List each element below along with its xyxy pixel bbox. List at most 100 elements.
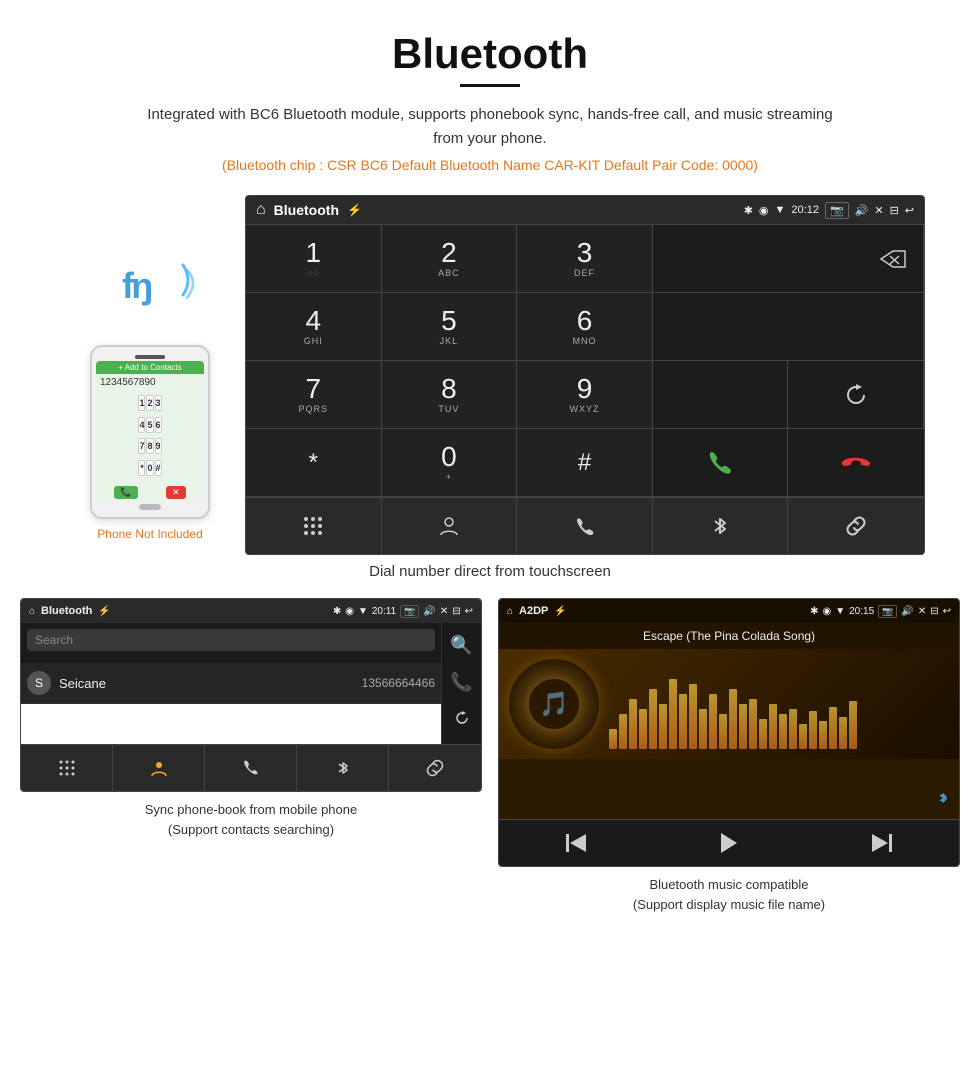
music-win-icon[interactable]: ⊟ xyxy=(930,606,938,617)
pb-vol-icon[interactable]: 🔊 xyxy=(423,606,435,617)
song-title: Escape (The Pina Colada Song) xyxy=(643,629,815,643)
key-7[interactable]: 7 xyxy=(138,438,145,454)
music-screen: ⌂ A2DP ⚡ ✱ ◉ ▼ 20:15 📷 🔊 ✕ ⊟ ↩ xyxy=(499,599,959,819)
eq-bar xyxy=(759,719,767,749)
key-2[interactable]: 2 xyxy=(146,395,153,411)
pb-search-input[interactable]: Search xyxy=(27,629,435,651)
key-5[interactable]: 5 xyxy=(146,417,153,433)
phone-mockup: + Add to Contacts 1234567890 1 2 3 4 5 6… xyxy=(90,345,210,519)
toolbar-bluetooth-btn[interactable] xyxy=(653,498,789,554)
main-section: ʩ + Add to Contacts 1234567890 1 2 3 4 5 xyxy=(0,195,980,555)
pb-close-icon[interactable]: ✕ xyxy=(440,606,448,617)
pb-win-icon[interactable]: ⊟ xyxy=(452,606,460,617)
bluetooth-icon-wrap: ʩ xyxy=(110,255,190,335)
main-caption: Dial number direct from touchscreen xyxy=(0,563,980,580)
key-2[interactable]: 2ABC xyxy=(382,225,518,293)
pb-tb-contacts[interactable] xyxy=(113,745,205,791)
music-caption: Bluetooth music compatible (Support disp… xyxy=(633,875,825,914)
key-0[interactable]: 0 xyxy=(146,460,153,476)
pb-loc-icon: ◉ xyxy=(345,606,354,617)
key-call-green[interactable] xyxy=(653,429,789,497)
pb-tb-link[interactable] xyxy=(389,745,481,791)
toolbar-link-btn[interactable] xyxy=(788,498,924,554)
phone-screen: + Add to Contacts 1234567890 1 2 3 4 5 6… xyxy=(96,361,204,501)
key-9[interactable]: 9 xyxy=(155,438,162,454)
volume-icon[interactable]: 🔊 xyxy=(855,204,869,217)
pb-search-placeholder: Search xyxy=(35,633,73,647)
key-call-red[interactable] xyxy=(788,429,924,497)
phone-call-button[interactable]: 📞 xyxy=(114,486,137,499)
phonebook-caption2: (Support contacts searching) xyxy=(168,822,334,837)
key-star[interactable]: * xyxy=(246,429,382,497)
pb-home-icon[interactable]: ⌂ xyxy=(29,606,35,617)
music-playpause-btn[interactable] xyxy=(652,820,805,866)
music-close-icon[interactable]: ✕ xyxy=(918,606,926,617)
home-icon[interactable]: ⌂ xyxy=(256,201,266,219)
toolbar-contacts-btn[interactable] xyxy=(382,498,518,554)
key-empty-2 xyxy=(653,293,924,361)
music-home-icon[interactable]: ⌂ xyxy=(507,606,513,617)
window-icon[interactable]: ⊟ xyxy=(890,204,899,217)
pb-bt-icon: ✱ xyxy=(333,606,341,617)
pb-refresh-icon[interactable] xyxy=(449,705,475,736)
pb-contact-letter: S xyxy=(27,671,51,695)
backspace-icon[interactable] xyxy=(653,247,923,271)
pb-right-sidebar: 🔍 📞 xyxy=(441,623,481,744)
music-prev-btn[interactable] xyxy=(499,820,652,866)
phone-home-button[interactable] xyxy=(139,504,161,510)
pb-status-bar: ⌂ Bluetooth ⚡ ✱ ◉ ▼ 20:11 📷 🔊 ✕ ⊟ ↩ xyxy=(21,599,481,623)
key-star[interactable]: * xyxy=(138,460,145,476)
phone-aside: ʩ + Add to Contacts 1234567890 1 2 3 4 5 xyxy=(55,195,245,541)
equalizer xyxy=(609,659,949,749)
music-vol-icon[interactable]: 🔊 xyxy=(901,606,913,617)
key-refresh[interactable] xyxy=(788,361,924,429)
phonebook-caption: Sync phone-book from mobile phone (Suppo… xyxy=(145,800,357,839)
eq-bar xyxy=(729,689,737,749)
key-4[interactable]: 4GHI xyxy=(246,293,382,361)
key-6[interactable]: 6MNO xyxy=(517,293,653,361)
key-9[interactable]: 9WXYZ xyxy=(517,361,653,429)
music-title-bar: Escape (The Pina Colada Song) xyxy=(499,623,959,649)
key-1[interactable]: 1 xyxy=(138,395,145,411)
dialer-screen: ⌂ Bluetooth ⚡ ✱ ◉ ▼ 20:12 📷 🔊 ✕ ⊟ ↩ 1◌◌ xyxy=(245,195,925,555)
pb-contact-row[interactable]: S Seicane 13566664466 xyxy=(21,663,441,704)
key-5[interactable]: 5JKL xyxy=(382,293,518,361)
pb-tb-keypad[interactable] xyxy=(21,745,113,791)
title-underline xyxy=(460,84,520,87)
key-4[interactable]: 4 xyxy=(138,417,145,433)
phonebook-screen: ⌂ Bluetooth ⚡ ✱ ◉ ▼ 20:11 📷 🔊 ✕ ⊟ ↩ xyxy=(20,598,482,792)
pb-search-icon[interactable]: 🔍 xyxy=(446,631,476,660)
key-8[interactable]: 8 xyxy=(146,438,153,454)
pb-tb-phone[interactable] xyxy=(205,745,297,791)
eq-bar xyxy=(709,694,717,749)
pb-camera-icon[interactable]: 📷 xyxy=(400,605,419,618)
music-camera-icon[interactable]: 📷 xyxy=(878,605,897,618)
key-8[interactable]: 8TUV xyxy=(382,361,518,429)
phone-end-button[interactable]: ✕ xyxy=(166,486,186,499)
close-icon[interactable]: ✕ xyxy=(874,204,883,217)
key-1[interactable]: 1◌◌ xyxy=(246,225,382,293)
key-6[interactable]: 6 xyxy=(155,417,162,433)
toolbar-phone-btn[interactable] xyxy=(517,498,653,554)
key-hash[interactable]: # xyxy=(517,429,653,497)
toolbar-keypad-btn[interactable] xyxy=(246,498,382,554)
eq-bar xyxy=(799,724,807,749)
eq-bar xyxy=(779,714,787,749)
eq-bar xyxy=(839,717,847,749)
key-7[interactable]: 7PQRS xyxy=(246,361,382,429)
key-3[interactable]: 3DEF xyxy=(517,225,653,293)
pb-call-icon[interactable]: 📞 xyxy=(446,668,476,697)
eq-bar xyxy=(689,684,697,749)
key-0[interactable]: 0+ xyxy=(382,429,518,497)
music-next-btn[interactable] xyxy=(806,820,959,866)
pb-tb-bluetooth[interactable] xyxy=(297,745,389,791)
key-3[interactable]: 3 xyxy=(155,395,162,411)
camera-icon[interactable]: 📷 xyxy=(825,202,849,219)
phone-keypad: 1 2 3 4 5 6 7 8 9 * 0 # xyxy=(136,391,163,484)
wifi-waves-icon xyxy=(155,260,195,310)
pb-back-icon[interactable]: ↩ xyxy=(465,606,473,617)
music-back-icon[interactable]: ↩ xyxy=(943,606,951,617)
key-hash[interactable]: # xyxy=(155,460,162,476)
time-display: 20:12 xyxy=(791,204,819,216)
back-icon[interactable]: ↩ xyxy=(905,204,914,217)
